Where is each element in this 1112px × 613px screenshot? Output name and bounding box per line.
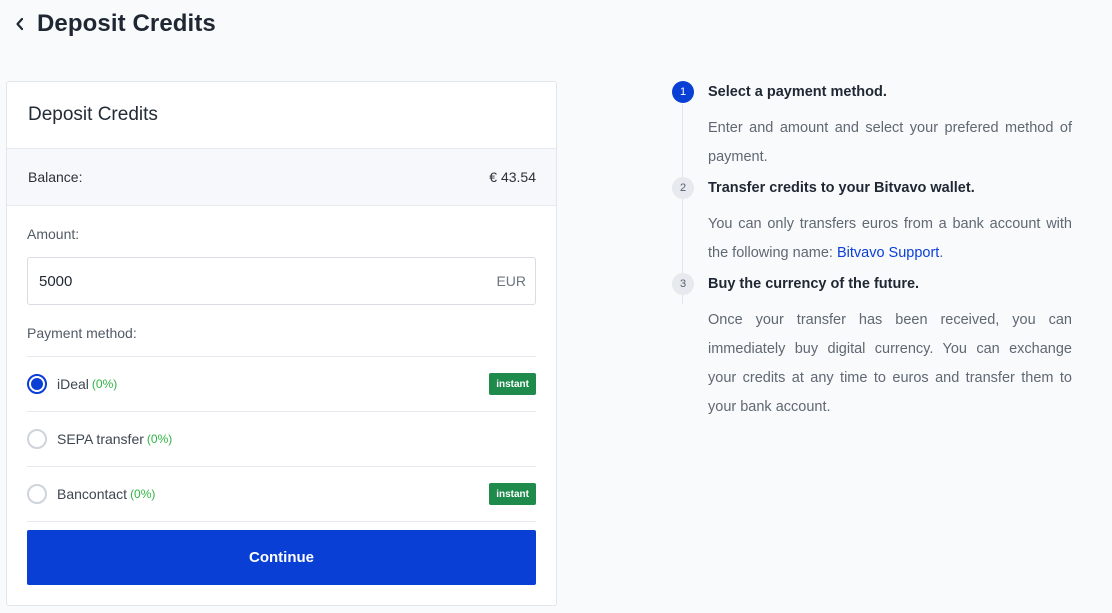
payment-method-list: iDeal (0%) instant SEPA transfer (0%) Ba… — [27, 356, 536, 522]
instant-badge: instant — [489, 483, 536, 505]
card-body: Amount: EUR Payment method: iDeal (0%) i… — [7, 226, 556, 585]
step-title: Select a payment method. — [708, 84, 887, 100]
back-button[interactable] — [12, 14, 26, 34]
page-header: Deposit Credits — [12, 8, 216, 40]
deposit-card: Deposit Credits Balance: € 43.54 Amount:… — [6, 81, 557, 606]
step-number: 2 — [672, 177, 694, 199]
card-title: Deposit Credits — [7, 82, 556, 149]
balance-label: Balance: — [28, 169, 83, 185]
step-text: You can only transfers euros from a bank… — [708, 210, 1072, 268]
amount-currency: EUR — [496, 273, 526, 289]
step-2: 2 Transfer credits to your Bitvavo walle… — [672, 176, 1072, 268]
method-fee: (0%) — [146, 432, 173, 446]
instant-badge: instant — [489, 373, 536, 395]
radio-ideal[interactable] — [27, 374, 47, 394]
amount-label: Amount: — [27, 226, 80, 242]
radio-sepa[interactable] — [27, 429, 47, 449]
radio-bancontact[interactable] — [27, 484, 47, 504]
step-number: 3 — [672, 273, 694, 295]
step-1: 1 Select a payment method. Enter and amo… — [672, 80, 1072, 172]
balance-value: € 43.54 — [489, 169, 536, 185]
step-3: 3 Buy the currency of the future. Once y… — [672, 272, 1072, 422]
step-text: Enter and amount and select your prefere… — [708, 120, 1072, 165]
step-text: Once your transfer has been received, yo… — [708, 312, 1072, 415]
chevron-left-icon — [15, 17, 23, 31]
payment-method-label: Payment method: — [27, 325, 137, 341]
deposit-steps: 1 Select a payment method. Enter and amo… — [672, 80, 1072, 426]
step-number: 1 — [672, 81, 694, 103]
amount-field[interactable]: EUR — [27, 257, 536, 305]
page-title: Deposit Credits — [37, 10, 216, 37]
balance-row: Balance: € 43.54 — [7, 149, 556, 206]
payment-method-bancontact[interactable]: Bancontact (0%) instant — [27, 467, 536, 522]
method-name: iDeal — [57, 376, 89, 392]
method-fee: (0%) — [130, 487, 156, 501]
continue-button[interactable]: Continue — [27, 530, 536, 585]
step-title: Buy the currency of the future. — [708, 276, 920, 292]
payment-method-ideal[interactable]: iDeal (0%) instant — [27, 357, 536, 412]
amount-input[interactable] — [39, 272, 339, 290]
payment-method-sepa[interactable]: SEPA transfer (0%) — [27, 412, 536, 467]
method-name: SEPA transfer — [57, 431, 144, 447]
method-name: Bancontact — [57, 486, 128, 502]
support-link[interactable]: Bitvavo Support — [837, 245, 939, 261]
method-fee: (0%) — [91, 377, 118, 391]
step-title: Transfer credits to your Bitvavo wallet. — [708, 180, 975, 196]
step-text-after: . — [939, 245, 944, 261]
